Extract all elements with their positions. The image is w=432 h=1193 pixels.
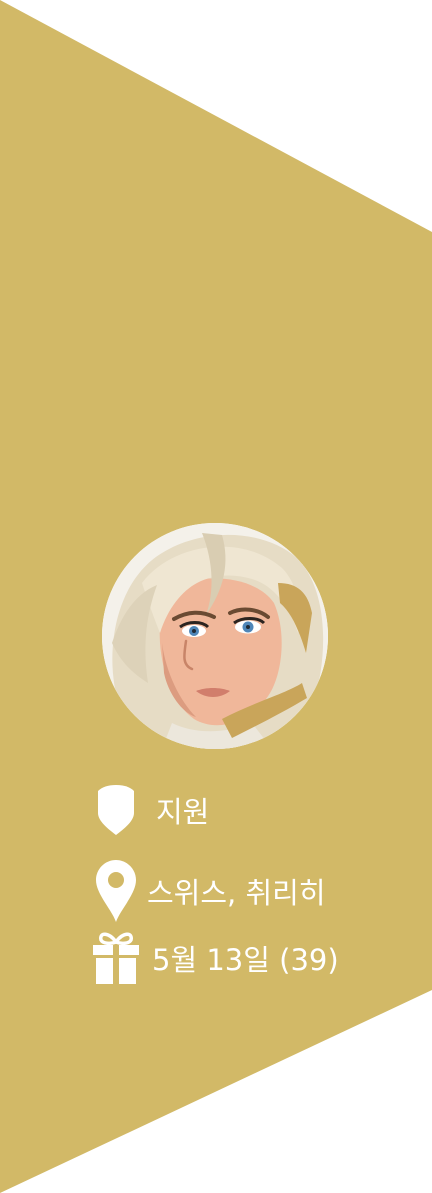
role-row: 지원 (88, 785, 209, 835)
birthday-row: 5월 13일 (39) (88, 932, 339, 984)
avatar (102, 523, 328, 749)
role-shield-icon (88, 785, 144, 835)
gift-icon (88, 932, 144, 984)
birthday-label: 5월 13일 (39) (152, 943, 339, 977)
hero-profile-panel: 지원 스위스, 취리히 5월 13일 (39) (0, 0, 432, 1193)
location-label: 스위스, 취리히 (147, 876, 326, 910)
map-pin-icon (88, 860, 144, 922)
role-label: 지원 (156, 795, 210, 829)
location-row: 스위스, 취리히 (88, 860, 326, 922)
